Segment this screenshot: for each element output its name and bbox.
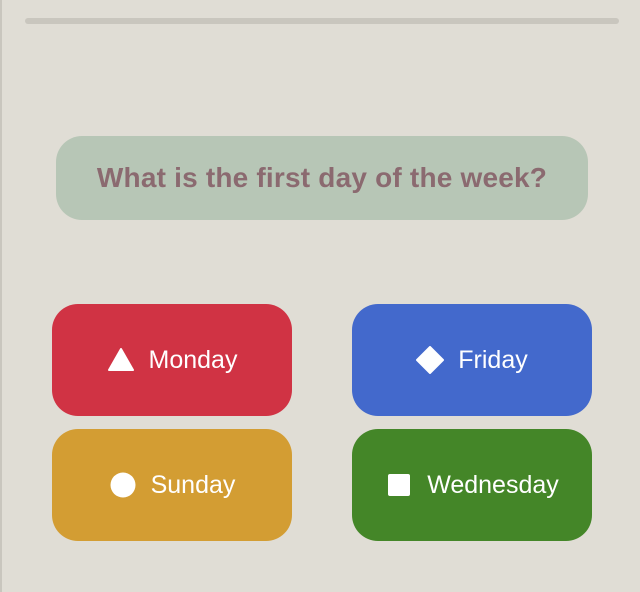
diamond-icon [416, 346, 445, 374]
circle-icon [109, 471, 137, 499]
left-edge-divider [0, 0, 2, 592]
question-card: What is the first day of the week? [56, 136, 588, 220]
answer-button-wednesday[interactable]: Wednesday [352, 429, 592, 541]
answer-button-monday[interactable]: Monday [52, 304, 292, 416]
answer-button-friday[interactable]: Friday [352, 304, 592, 416]
answer-label: Monday [148, 345, 238, 374]
answer-label: Friday [458, 345, 528, 374]
answer-label: Sunday [150, 470, 236, 499]
answer-button-sunday[interactable]: Sunday [52, 429, 292, 541]
triangle-icon [107, 346, 135, 374]
answer-label: Wednesday [427, 470, 559, 499]
square-icon [385, 471, 413, 499]
progress-bar [25, 18, 619, 24]
question-text: What is the first day of the week? [96, 162, 548, 193]
